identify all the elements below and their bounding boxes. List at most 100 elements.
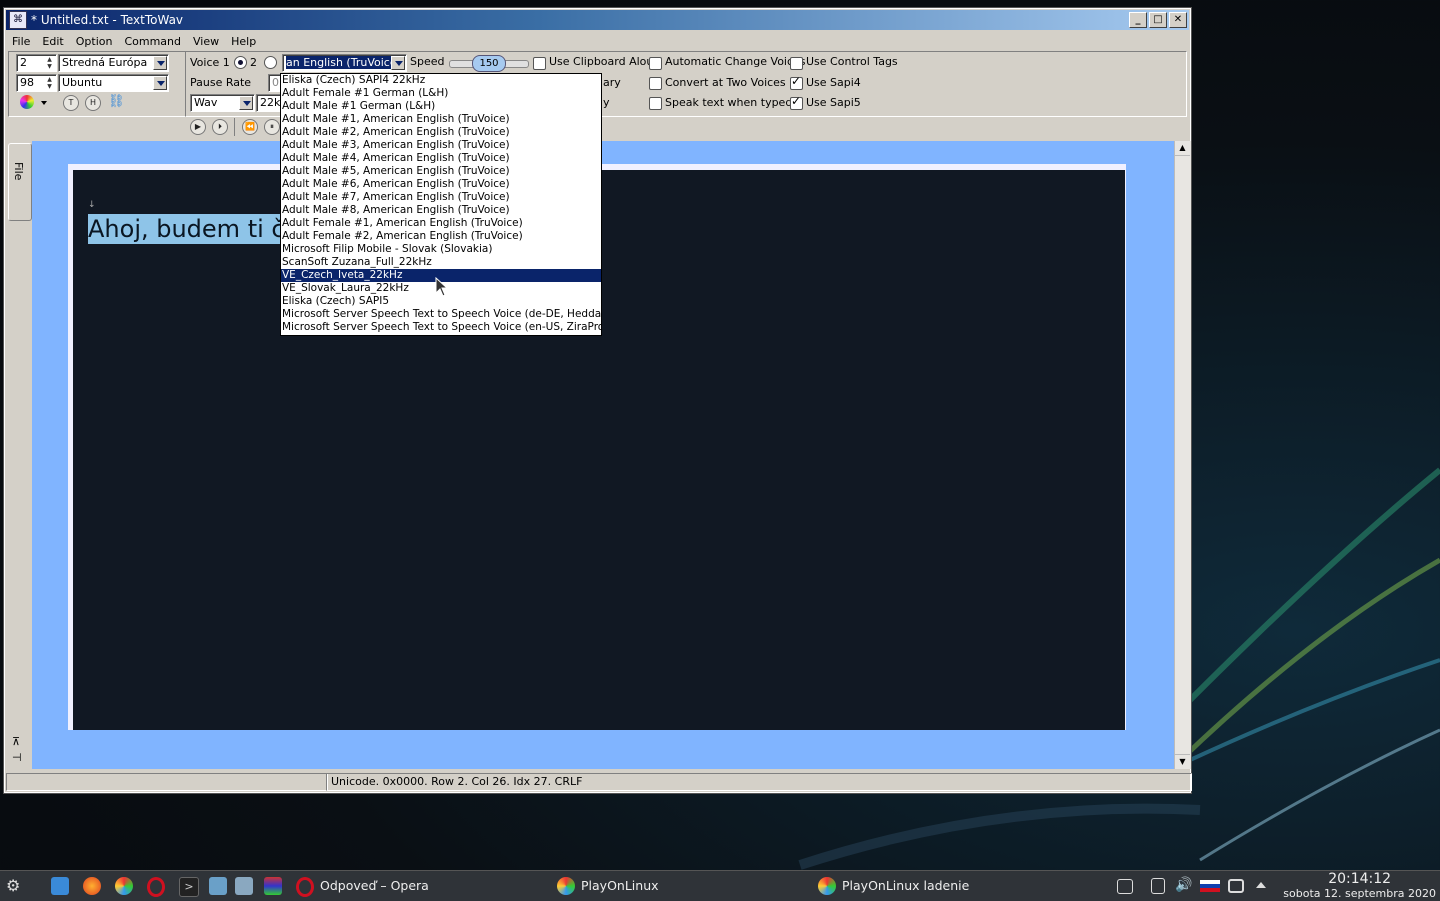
firefox-icon[interactable] [83, 877, 101, 895]
partial-text-1: ary [603, 76, 621, 89]
voice-option[interactable]: Adult Male #3, American English (TruVoic… [281, 139, 601, 152]
menu-option[interactable]: Option [70, 35, 119, 48]
play-icon[interactable]: ▶ [190, 119, 206, 135]
voice-option[interactable]: Adult Male #4, American English (TruVoic… [281, 152, 601, 165]
file-side-tab[interactable]: File [8, 143, 32, 221]
play-from-cursor-icon[interactable]: ⏵ [212, 119, 228, 135]
speak-when-typed-label: Speak text when typed [665, 96, 793, 109]
voice1-radio[interactable] [234, 56, 247, 69]
charset-select[interactable]: Stredná Európa [58, 54, 169, 72]
voice-option[interactable]: Adult Male #1 German (L&H) [281, 100, 601, 113]
speed-slider[interactable]: 150 [449, 55, 529, 72]
speed-slider-thumb[interactable]: 150 [472, 55, 506, 72]
html-mode-button[interactable]: H [85, 95, 101, 111]
task-playonlinux-ladenie[interactable]: PlayOnLinux ladenie [842, 876, 969, 896]
start-menu-icon[interactable]: ⚙ [6, 876, 20, 895]
computer-icon[interactable] [235, 877, 253, 895]
use-control-tags-checkbox[interactable] [790, 57, 803, 70]
voice-option[interactable]: Adult Male #1, American English (TruVoic… [281, 113, 601, 126]
network-icon[interactable] [1228, 879, 1244, 893]
keyboard-layout-flag-icon[interactable] [1200, 880, 1220, 892]
voice-option[interactable]: Adult Female #2, American English (TruVo… [281, 230, 601, 243]
playonlinux-icon[interactable] [115, 877, 133, 895]
tray-expand-icon[interactable] [1256, 882, 1266, 888]
link-icon[interactable]: ⛓ [108, 95, 125, 109]
voice-option[interactable]: Adult Male #7, American English (TruVoic… [281, 191, 601, 204]
menu-view[interactable]: View [187, 35, 225, 48]
color-picker-icon[interactable] [20, 95, 34, 109]
voice-option[interactable]: Adult Male #6, American English (TruVoic… [281, 178, 601, 191]
voice-option[interactable]: Microsoft Server Speech Text to Speech V… [281, 308, 601, 321]
voice-option[interactable]: Eliska (Czech) SAPI4 22kHz [281, 74, 601, 87]
format-value: Wav [194, 96, 218, 109]
voice-option[interactable]: Adult Male #2, American English (TruVoic… [281, 126, 601, 139]
status-info: Unicode. 0x0000. Row 2. Col 26. Idx 27. … [326, 773, 1192, 791]
task-playonlinux[interactable]: PlayOnLinux [581, 876, 659, 896]
zoom-spinner[interactable]: 98 ▲ ▼ [16, 74, 57, 92]
menu-file[interactable]: File [6, 35, 36, 48]
file-manager-icon[interactable] [51, 877, 69, 895]
playonlinux-task-icon [557, 877, 575, 895]
chevron-down-icon[interactable] [153, 56, 167, 70]
use-clipboard-checkbox[interactable] [533, 57, 546, 70]
font-size-spinner[interactable]: 2 ▲ ▼ [16, 54, 57, 72]
use-clipboard-label: Use Clipboard Aloud [549, 55, 661, 68]
convert-two-voices-checkbox[interactable] [649, 77, 662, 90]
voice-option[interactable]: Adult Male #8, American English (TruVoic… [281, 204, 601, 217]
show-desktop-icon[interactable] [1117, 879, 1133, 894]
system-monitor-icon[interactable] [209, 877, 227, 895]
auto-change-voices-checkbox[interactable] [649, 57, 662, 70]
pause-icon[interactable]: ⏸ [264, 119, 280, 135]
charset-value: Stredná Európa [62, 56, 148, 69]
text-mode-button[interactable]: T [63, 95, 79, 111]
menu-command[interactable]: Command [118, 35, 187, 48]
partial-text-2: y [603, 96, 610, 109]
chevron-down-icon[interactable] [391, 56, 405, 70]
archive-icon[interactable] [264, 877, 282, 895]
use-sapi5-checkbox[interactable] [790, 94, 803, 110]
voice-option[interactable]: Adult Female #1, American English (TruVo… [281, 217, 601, 230]
spin-arrows-icon[interactable]: ▲ ▼ [44, 76, 55, 90]
clock[interactable]: 20:14:12 sobota 12. septembra 2020 [1283, 871, 1436, 900]
rate-value: 22k [260, 96, 281, 109]
voice-option[interactable]: Adult Female #1 German (L&H) [281, 87, 601, 100]
voice-select[interactable]: an English (TruVoice) [282, 54, 407, 72]
title-bar[interactable]: ⌘ * Untitled.txt - TextToWav _ □ ✕ [6, 10, 1189, 30]
opera-icon[interactable] [147, 877, 165, 897]
rewind-icon[interactable]: ⏪ [242, 119, 258, 135]
close-button[interactable]: ✕ [1169, 12, 1187, 28]
volume-icon[interactable]: 🔊 [1175, 877, 1192, 893]
terminal-icon[interactable]: > [179, 877, 199, 897]
voice-option[interactable]: Microsoft Server Speech Text to Speech V… [281, 321, 601, 334]
scroll-down-icon[interactable]: ▼ [1175, 754, 1190, 769]
voice-option[interactable]: Adult Male #5, American English (TruVoic… [281, 165, 601, 178]
selected-text[interactable]: Ahoj, budem ti čí [88, 214, 295, 244]
maximize-button[interactable]: □ [1149, 12, 1167, 28]
color-dropdown-arrow-icon[interactable] [41, 101, 47, 105]
voice2-radio[interactable] [264, 56, 277, 69]
dock-icon[interactable]: ⊣ [12, 751, 22, 764]
format-select[interactable]: Wav [190, 94, 255, 112]
window-title: * Untitled.txt - TextToWav [31, 13, 184, 27]
menu-help[interactable]: Help [225, 35, 262, 48]
vertical-scrollbar[interactable]: ▲ ▼ [1174, 141, 1191, 769]
menu-bar: File Edit Option Command View Help [6, 32, 1189, 50]
minimize-button[interactable]: _ [1129, 12, 1147, 28]
speak-when-typed-checkbox[interactable] [649, 97, 662, 110]
chevron-down-icon[interactable] [153, 76, 167, 90]
clipboard-icon[interactable] [1151, 878, 1165, 894]
spin-arrows-icon[interactable]: ▲ ▼ [44, 56, 55, 70]
scroll-up-icon[interactable]: ▲ [1175, 141, 1190, 156]
chevron-down-icon[interactable] [239, 96, 253, 110]
menu-edit[interactable]: Edit [36, 35, 69, 48]
taskbar: ⚙ > Odpoveď – Opera PlayOnLinux PlayOnLi… [0, 870, 1440, 901]
voice-option[interactable]: Microsoft Filip Mobile - Slovak (Slovaki… [281, 243, 601, 256]
task-opera[interactable]: Odpoveď – Opera [320, 876, 429, 896]
status-left-panel [6, 773, 328, 791]
use-sapi4-checkbox[interactable] [790, 74, 803, 90]
voice-option[interactable]: ScanSoft Zuzana_Full_22kHz [281, 256, 601, 269]
font-name-select[interactable]: Ubuntu [58, 74, 169, 92]
pause-rate-label: Pause Rate [190, 76, 252, 89]
status-bar: Unicode. 0x0000. Row 2. Col 26. Idx 27. … [6, 773, 1192, 791]
pin-icon[interactable]: ⊼ [12, 735, 20, 748]
